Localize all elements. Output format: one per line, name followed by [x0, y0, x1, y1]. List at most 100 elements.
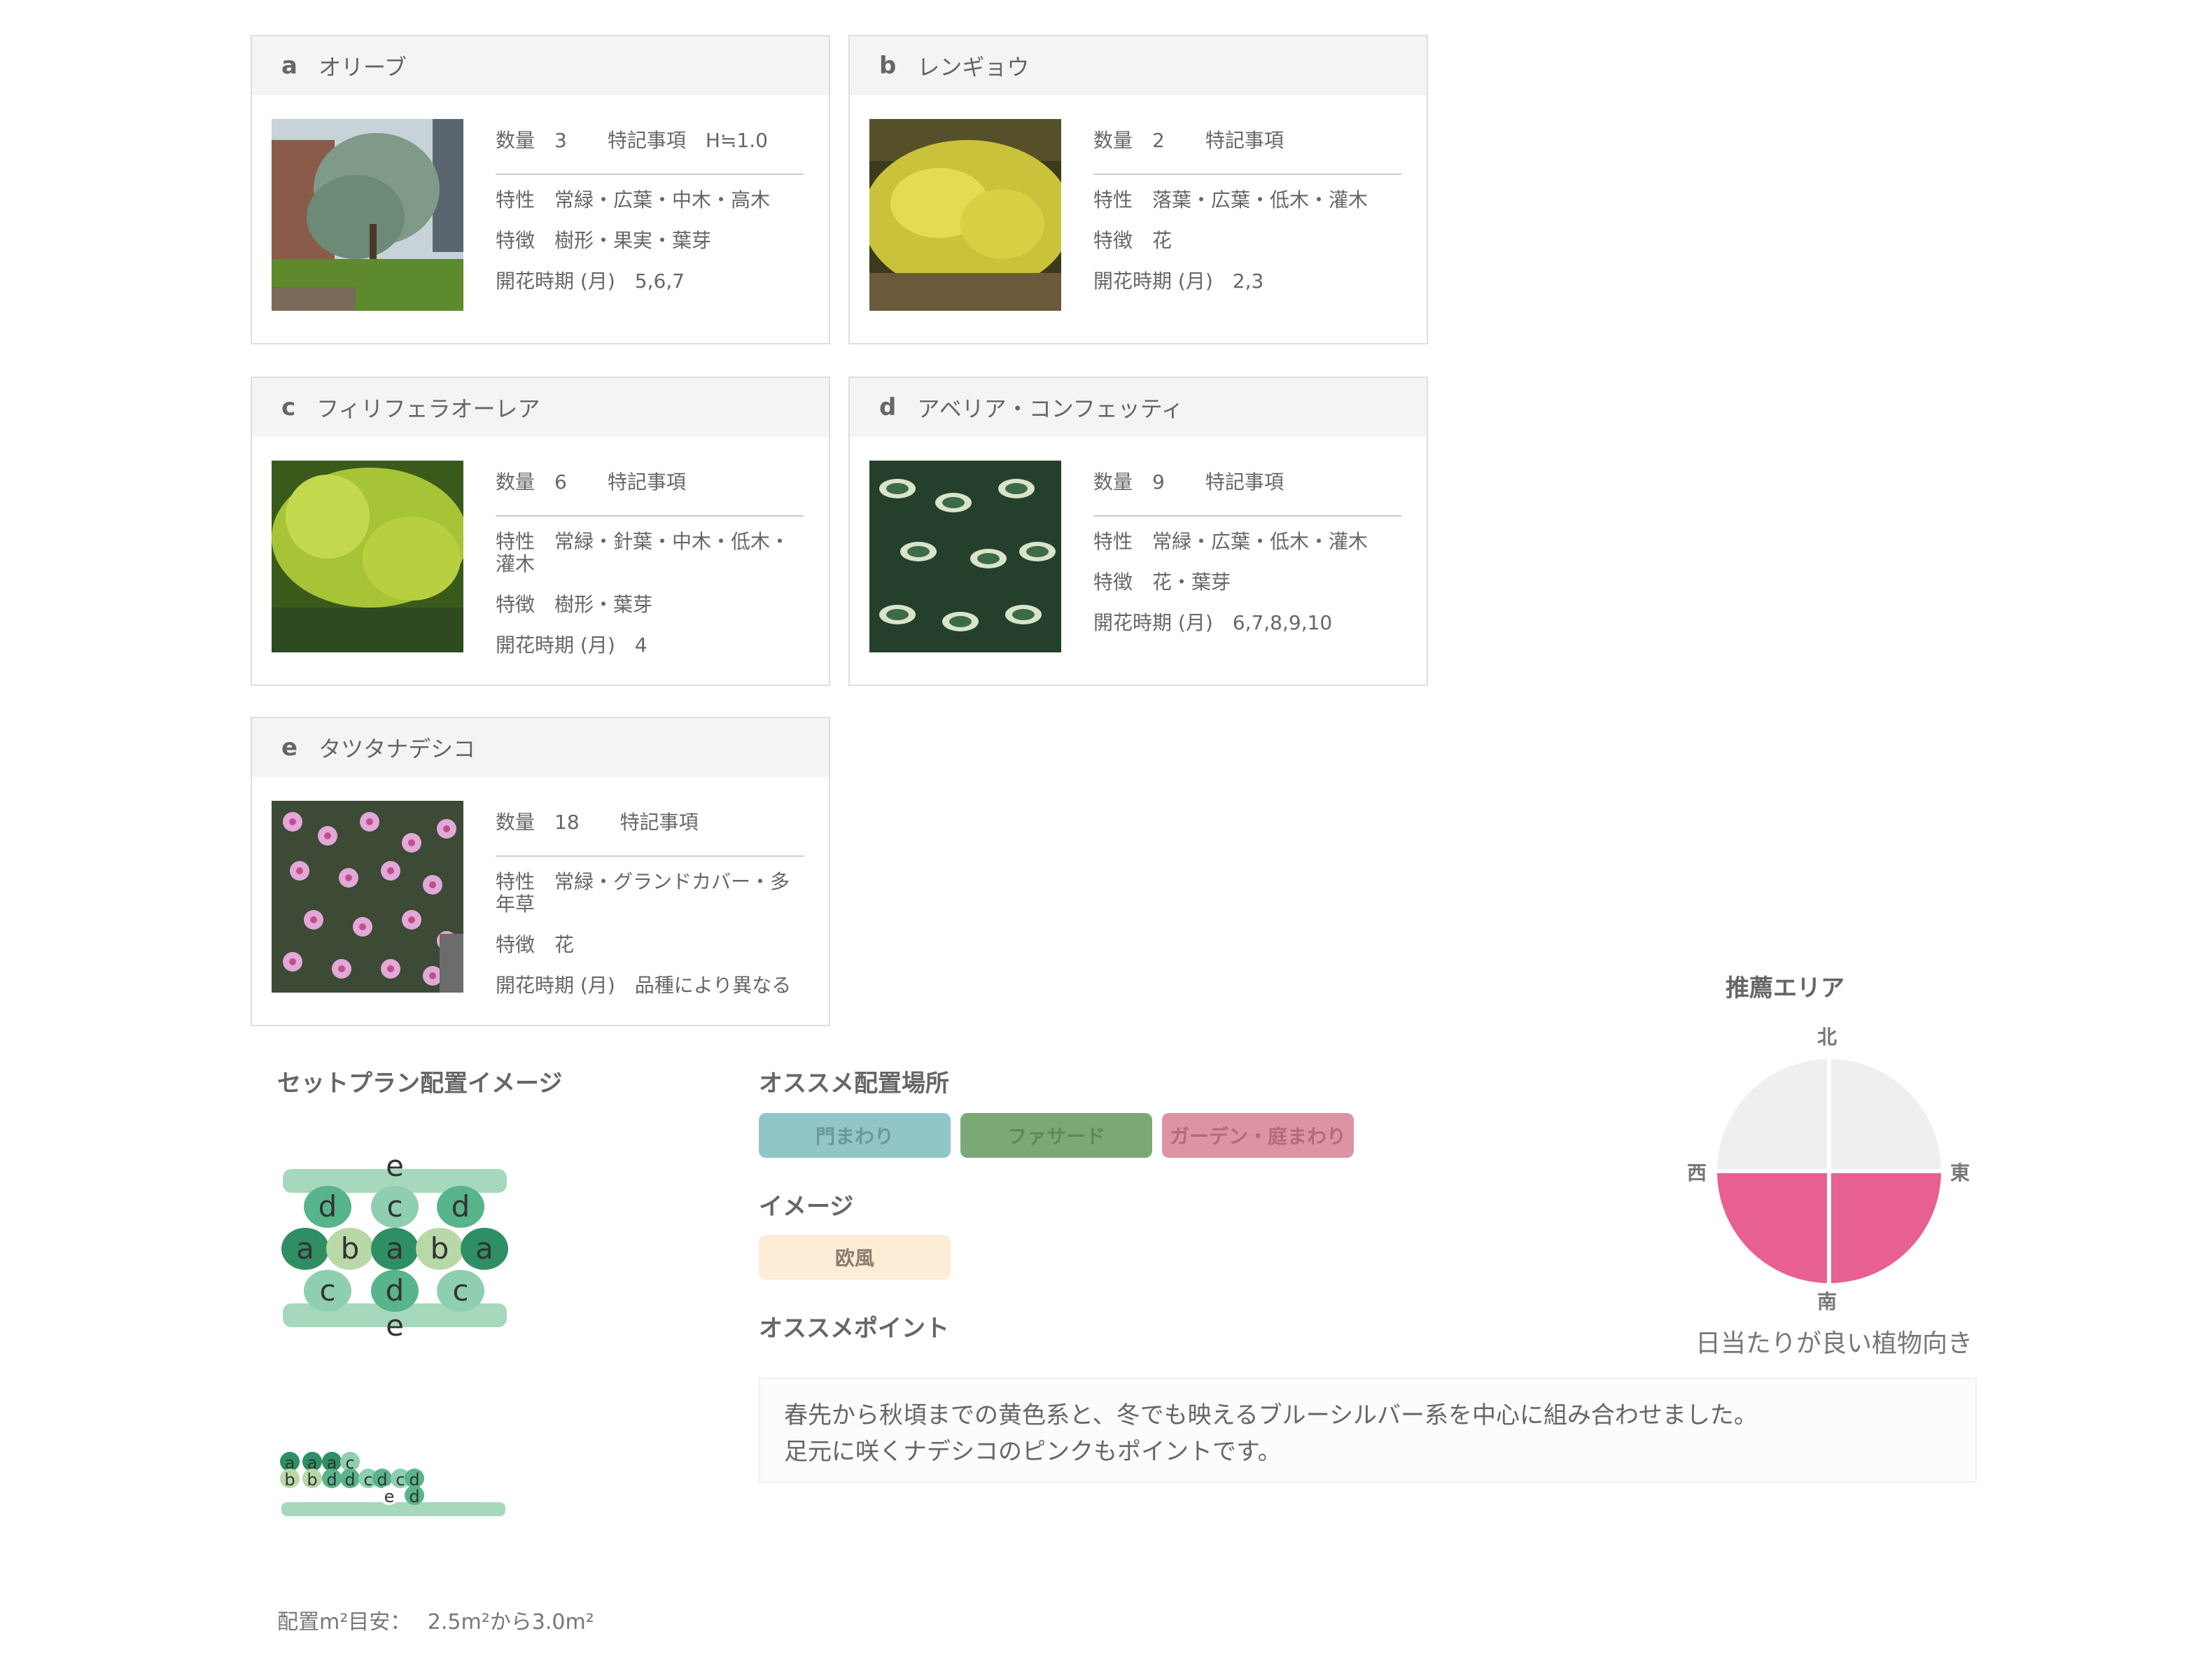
- placement-title: オススメ配置場所: [759, 1070, 949, 1098]
- plant-name: アベリア・コンフェッティ: [917, 396, 1184, 422]
- note-label: 特記事項: [607, 129, 686, 152]
- trait-label: 特性: [1093, 530, 1133, 553]
- recommend-title: 推薦エリア: [1726, 974, 1844, 1002]
- plant-letter: c: [281, 393, 296, 421]
- layout-front-view: ed c da b a b ac d ce: [281, 1149, 508, 1343]
- bloom-row: 開花時期 (月) 6,7,8,9,10: [1093, 612, 1401, 634]
- plant-photo: [272, 461, 463, 652]
- bloom-label: 開花時期 (月): [1093, 270, 1213, 293]
- plant-letter: d: [879, 393, 897, 421]
- plant-name: フィリフェラオーレア: [316, 396, 540, 422]
- bloom-value: 品種により異なる: [634, 974, 792, 997]
- image-tag[interactable]: 欧風: [759, 1235, 951, 1280]
- trait-label: 特性: [496, 188, 536, 211]
- qty-label: 数量: [496, 811, 536, 834]
- bloom-label: 開花時期 (月): [496, 974, 615, 997]
- layout-plant-letter: a: [296, 1231, 314, 1266]
- recommend-caption: 日当たりが良い植物向き: [1695, 1329, 1973, 1358]
- plant-letter: a: [281, 52, 298, 80]
- placement-tag[interactable]: ガーデン・庭まわり: [1162, 1113, 1354, 1158]
- side-plant-letter: d: [326, 1470, 337, 1490]
- plant-qty-row: 数量 6 特記事項: [496, 461, 804, 504]
- trait-value: 常緑・針葉・中木・低木・灌木: [496, 530, 790, 575]
- area-estimate: 配置m²目安： 2.5m²から3.0m²: [277, 1604, 594, 1635]
- bloom-value: 4: [634, 634, 648, 657]
- image-title: イメージ: [759, 1193, 854, 1221]
- placement-tag[interactable]: ファサード: [960, 1113, 1152, 1158]
- info-divider: [496, 174, 804, 175]
- bloom-row: 開花時期 (月) 5,6,7: [496, 270, 804, 293]
- plant-card-d: d アベリア・コンフェッティ 数量 9 特記事項 特性 常緑・広葉・低木・灌木 特徴 花・葉芽開…: [848, 377, 1428, 686]
- quadrant-southeast: [1829, 1171, 1941, 1283]
- info-divider: [1093, 515, 1401, 517]
- plant-card-header: e タツタナデシコ: [252, 718, 829, 777]
- quadrant-northwest: [1717, 1059, 1829, 1171]
- layout-plant-letter: c: [386, 1189, 402, 1224]
- quadrant-southwest: [1717, 1171, 1829, 1283]
- plant-card-a: a オリーブ 数量 3 特記事項 H≒1.0 特性 常緑・広葉・中木・高木 特徴 樹形・果実・葉芽…: [251, 35, 830, 344]
- feature-value: 樹形・葉芽: [554, 593, 653, 616]
- compass-north-label: 北: [1817, 1026, 1837, 1049]
- area-value: 2.5m²から3.0m²: [427, 1610, 594, 1634]
- layout-plant-letter: c: [319, 1273, 335, 1308]
- feature-row: 特徴花: [496, 934, 804, 956]
- feature-value: 花・葉芽: [1152, 570, 1231, 594]
- trait-row: 特性 常緑・グランドカバー・多年草: [496, 871, 804, 916]
- compass-west-label: 西: [1687, 1161, 1707, 1184]
- bloom-row: 開花時期 (月) 4: [496, 634, 804, 657]
- side-plant-letter: b: [307, 1470, 317, 1490]
- layout-plant-letter: e: [386, 1149, 404, 1183]
- layout-plant-letter: b: [341, 1231, 360, 1266]
- plant-photo: [869, 119, 1061, 311]
- qty-value: 18: [554, 811, 580, 834]
- compass-east-label: 東: [1950, 1161, 1970, 1184]
- layout-plant-letter: a: [475, 1231, 493, 1266]
- qty-label: 数量: [1093, 129, 1133, 152]
- plant-card-header: c フィリフェラオーレア: [252, 378, 829, 437]
- plant-info: 数量 2 特記事項 特性 落葉・広葉・低木・灌木 特徴花開花時期 (月) 2,3: [1093, 119, 1401, 311]
- side-plant-letter: c: [396, 1470, 405, 1490]
- point-title: オススメポイント: [759, 1315, 949, 1343]
- plant-qty-row: 数量 2 特記事項: [1093, 119, 1401, 162]
- plant-info: 数量 6 特記事項特性 常緑・針葉・中木・低木・灌木特徴 樹形・葉芽開花時期 (月) 4: [496, 461, 804, 675]
- layout-plant-letter: d: [318, 1189, 337, 1224]
- plant-name: タツタナデシコ: [318, 736, 476, 762]
- placement-tag[interactable]: 門まわり: [759, 1113, 951, 1158]
- trait-label: 特性: [496, 530, 536, 553]
- feature-value: 花: [554, 933, 575, 956]
- area-label: 配置m²目安：: [277, 1610, 412, 1634]
- feature-label: 特徴: [1093, 229, 1133, 252]
- info-divider: [496, 855, 804, 857]
- qty-label: 数量: [496, 129, 536, 152]
- bloom-value: 2,3: [1232, 270, 1264, 293]
- trait-value: 落葉・広葉・低木・灌木: [1152, 188, 1368, 211]
- feature-label: 特徴: [496, 229, 536, 252]
- compass-south-label: 南: [1817, 1290, 1837, 1313]
- plant-qty-row: 数量 3 特記事項 H≒1.0: [496, 119, 804, 162]
- note-label: 特記事項: [620, 811, 699, 834]
- qty-label: 数量: [1093, 470, 1133, 493]
- layout-plant-letter: d: [451, 1189, 470, 1224]
- plant-name: オリーブ: [318, 54, 407, 80]
- layout-plant-letter: c: [452, 1273, 468, 1308]
- qty-value: 3: [554, 129, 567, 152]
- plant-info: 数量 3 特記事項 H≒1.0 特性 常緑・広葉・中木・高木 特徴 樹形・果実・葉芽 開花時期 …: [496, 119, 804, 311]
- plant-photo: [272, 119, 463, 311]
- feature-row: 特徴 樹形・果実・葉芽: [496, 230, 804, 252]
- side-plant-letter: e: [384, 1487, 395, 1506]
- feature-value: 花: [1152, 229, 1172, 252]
- note-label: 特記事項: [1205, 470, 1284, 493]
- bloom-value: 6,7,8,9,10: [1232, 611, 1333, 634]
- note-label: 特記事項: [1205, 129, 1284, 152]
- plant-card-header: a オリーブ: [252, 36, 829, 95]
- feature-label: 特徴: [496, 593, 536, 616]
- feature-row: 特徴花: [1093, 230, 1401, 252]
- layout-image-title: セットプラン配置イメージ: [277, 1070, 563, 1098]
- plant-photo: [869, 461, 1061, 652]
- plant-letter: e: [281, 734, 298, 762]
- qty-value: 9: [1152, 470, 1165, 493]
- layout-plant-letter: a: [386, 1231, 404, 1266]
- side-plant-letter: d: [344, 1470, 355, 1490]
- plant-photo: [272, 801, 463, 993]
- point-line: 足元に咲くナデシコのピンクもポイントです。: [784, 1438, 1282, 1466]
